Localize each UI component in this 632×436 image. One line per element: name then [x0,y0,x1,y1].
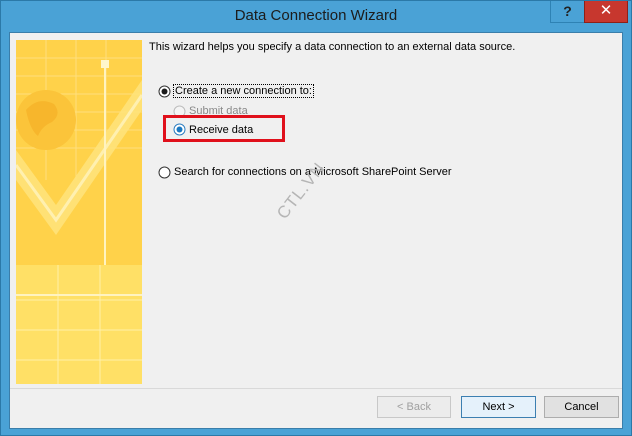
create-new-text: Create a new connection to: [173,84,314,98]
create-new-label[interactable]: Create a new connection to: [173,84,314,98]
dialog-window: Data Connection Wizard ? ✕ This wizard h… [0,0,632,436]
intro-text: This wizard helps you specify a data con… [149,41,516,53]
close-icon: ✕ [599,2,613,19]
create-new-radio[interactable] [158,85,171,98]
wizard-banner-image [16,40,142,384]
back-button[interactable]: < Back [377,396,451,418]
banner-graphic [16,40,142,384]
highlight-box [163,115,285,142]
button-bar: < Back Next > Cancel [10,389,622,428]
help-button[interactable]: ? [550,1,585,23]
dialog-body: This wizard helps you specify a data con… [9,32,623,429]
cancel-button[interactable]: Cancel [544,396,619,418]
search-sharepoint-radio[interactable] [158,166,171,179]
close-button[interactable]: ✕ [584,1,628,23]
next-button[interactable]: Next > [461,396,536,418]
title-bar[interactable]: Data Connection Wizard ? ✕ [1,1,631,32]
content-area: This wizard helps you specify a data con… [10,33,622,388]
window-title: Data Connection Wizard [234,7,398,24]
